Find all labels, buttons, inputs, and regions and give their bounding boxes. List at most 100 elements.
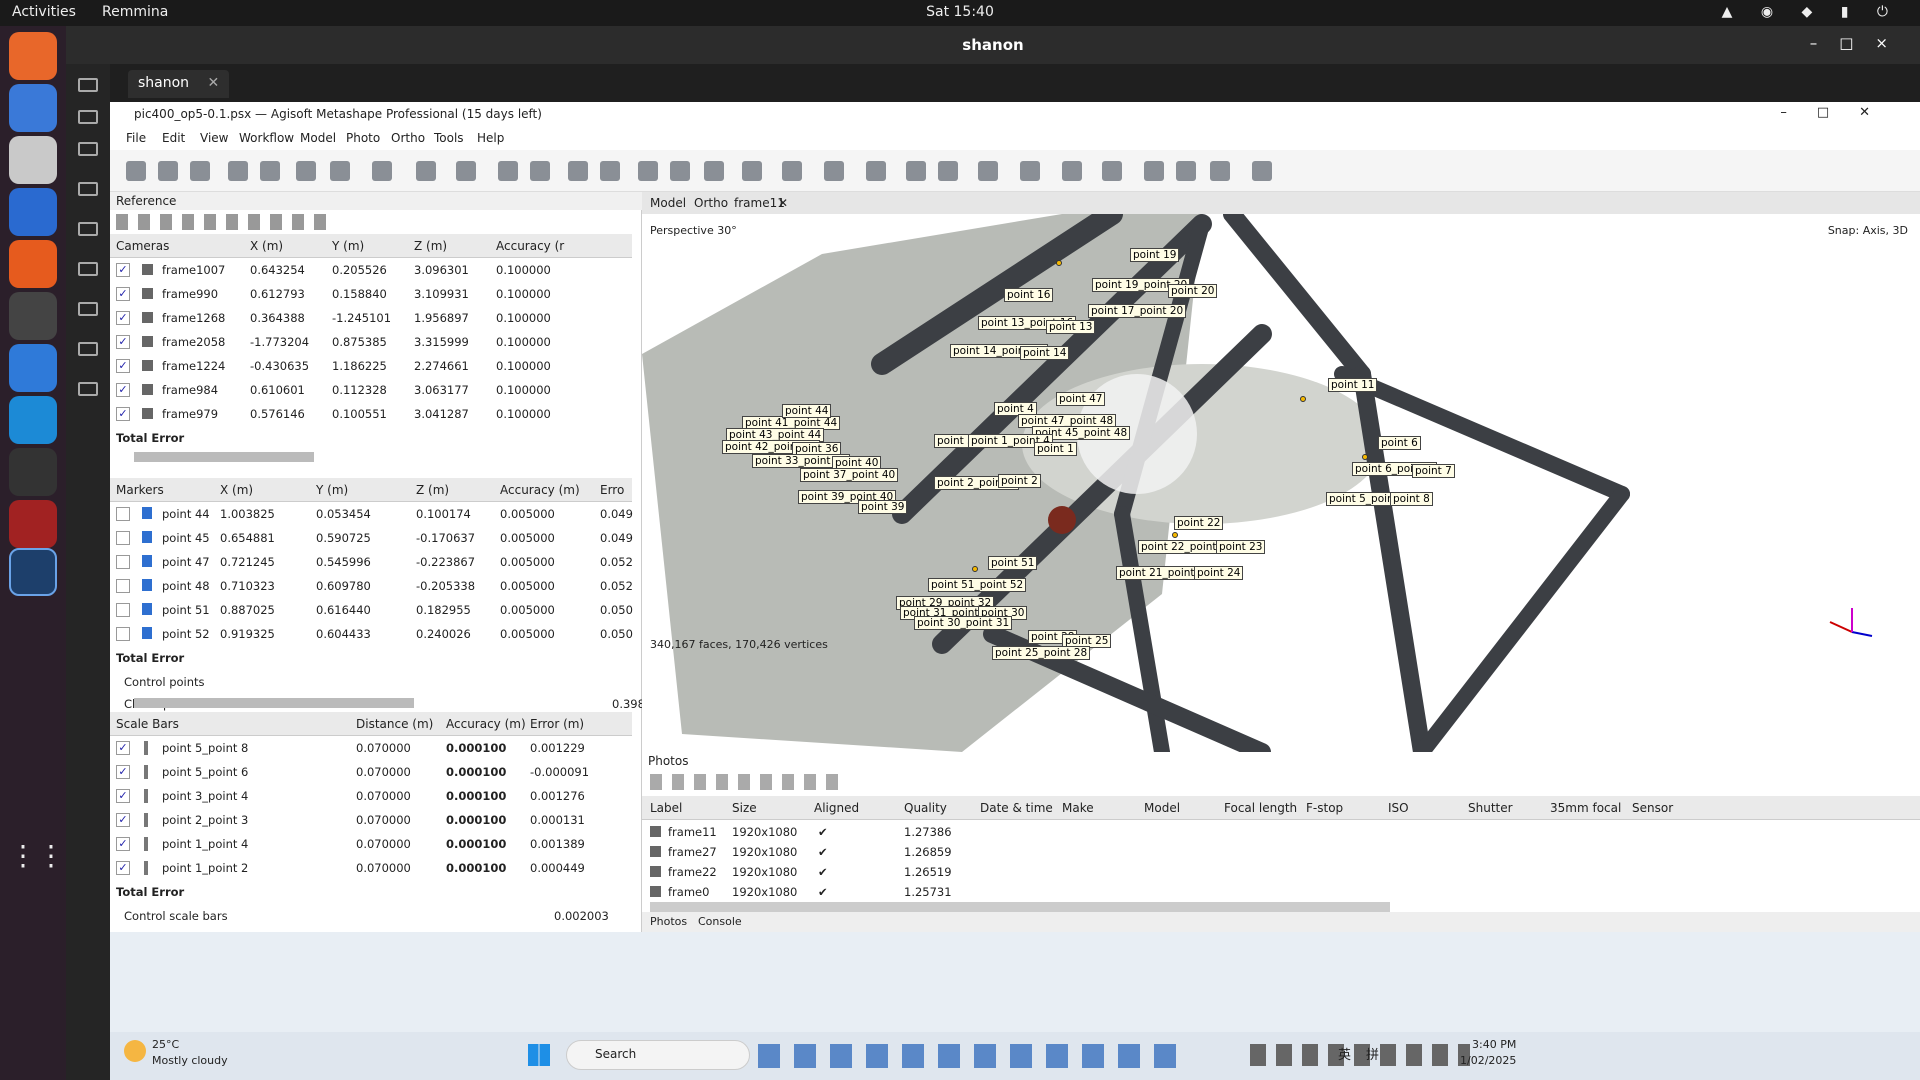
open-icon[interactable] (158, 161, 178, 181)
toolbar-icon[interactable] (78, 78, 98, 92)
ime-lang[interactable]: 英 (1338, 1044, 1351, 1063)
tab-console[interactable]: Console (698, 915, 742, 928)
table-row[interactable]: ✓ frame1268 0.364388 -1.245101 1.956897 0.100… (110, 306, 632, 330)
horizontal-scrollbar[interactable] (134, 452, 314, 462)
app-center-icon[interactable] (9, 240, 57, 288)
marker-label[interactable]: point 16 (1004, 288, 1054, 302)
new-icon[interactable] (126, 161, 146, 181)
start-icon[interactable] (528, 1044, 550, 1066)
draw-icon[interactable] (498, 161, 518, 181)
image-icon[interactable] (1210, 161, 1230, 181)
marker-label[interactable]: point 11 (1328, 378, 1378, 392)
marker-label[interactable]: point 17_point 20 (1088, 304, 1187, 318)
marker-dot[interactable] (1300, 396, 1306, 402)
marker-label[interactable]: point 47 (1056, 392, 1106, 406)
window-controls[interactable]: –□× (1810, 34, 1910, 52)
marker-label[interactable]: point 19 (1130, 248, 1180, 262)
marker-dot[interactable] (1056, 260, 1062, 266)
tab-photos[interactable]: Photos (650, 915, 687, 928)
marker-label[interactable]: point 51 (988, 556, 1038, 570)
marker-label[interactable]: point 2 (998, 474, 1041, 488)
firefox-icon[interactable] (9, 32, 57, 80)
model-textured-icon[interactable] (866, 161, 886, 181)
menu-workflow[interactable]: Workflow (239, 131, 294, 145)
table-row[interactable]: point 45 0.654881 0.590725 -0.170637 0.00500… (110, 526, 633, 550)
table-row[interactable]: ✓ frame2058 -1.773204 0.875385 3.315999 0.100… (110, 330, 632, 354)
table-row[interactable]: point 48 0.710323 0.609780 -0.205338 0.00500… (110, 574, 633, 598)
toolbar-icon[interactable] (78, 342, 98, 356)
taskbar-time[interactable]: 3:40 PM (1472, 1038, 1516, 1051)
marker-label[interactable]: point 7 (1412, 464, 1455, 478)
horizontal-scrollbar[interactable] (650, 902, 1390, 912)
weather-icon[interactable] (124, 1040, 146, 1062)
3d-scene[interactable]: Perspective 30° Snap: Axis, 3D 340,167 f… (642, 214, 1920, 752)
marker-label[interactable]: point 1 (1034, 442, 1077, 456)
writer-icon[interactable] (9, 188, 57, 236)
marker-label[interactable]: point 13 (1046, 320, 1096, 334)
polyline-icon[interactable] (530, 161, 550, 181)
tab-model[interactable]: Model (650, 196, 686, 210)
marker-label[interactable]: point 51_point 52 (928, 578, 1027, 592)
dem-icon[interactable] (938, 161, 958, 181)
cameras-show-icon[interactable] (1062, 161, 1082, 181)
table-row[interactable]: ✓ frame1007 0.643254 0.205526 3.096301 0.1000… (110, 258, 632, 282)
window-controls[interactable]: –□✕ (1780, 105, 1900, 120)
system-monitor-icon[interactable] (9, 500, 57, 548)
table-row[interactable]: ✓ point 1_point 4 0.070000 0.000100 0.001389 (110, 832, 632, 856)
marker-dot[interactable] (1362, 454, 1368, 460)
table-row[interactable]: frame0 1920x1080 ✔ 1.25731 (642, 880, 1920, 904)
taskbar-date[interactable]: 1/02/2025 (1460, 1054, 1516, 1067)
ime-mode[interactable]: 拼 (1366, 1044, 1379, 1063)
dense-cloud-icon[interactable] (782, 161, 802, 181)
system-tray[interactable]: ▲ ◉ ◆ ▮ ⏻ (1722, 4, 1900, 20)
ruler-icon[interactable] (456, 161, 476, 181)
marker-label[interactable]: point 30_point 31 (914, 616, 1013, 630)
vscode-icon[interactable] (9, 396, 57, 444)
selection-icon[interactable] (372, 161, 392, 181)
toolbar-icon[interactable] (78, 222, 98, 236)
marker-label[interactable]: point 24 (1194, 566, 1244, 580)
toolbar-icon[interactable] (78, 382, 98, 396)
marker-label[interactable]: point 44 (782, 404, 832, 418)
photos-toolbar[interactable] (650, 774, 840, 790)
globe-icon[interactable] (978, 161, 998, 181)
marker-label[interactable]: point 6 (1378, 436, 1421, 450)
marker-label[interactable]: point 39 (858, 500, 908, 514)
zoom-out-icon[interactable] (670, 161, 690, 181)
terminal-icon[interactable] (9, 448, 57, 496)
layers-icon[interactable] (1252, 161, 1272, 181)
connection-tab[interactable]: shanon ✕ (128, 70, 230, 98)
marker-label[interactable]: point 14 (1020, 346, 1070, 360)
marker-label[interactable]: point 25_point 28 (992, 646, 1091, 660)
marker-label[interactable]: point 8 (1390, 492, 1433, 506)
toolbar-icon[interactable] (78, 110, 98, 124)
menu-tools[interactable]: Tools (434, 131, 464, 145)
table-row[interactable]: point 51 0.887025 0.616440 0.182955 0.005000… (110, 598, 633, 622)
marker-label[interactable]: point 37_point 40 (800, 468, 899, 482)
table-row[interactable]: ✓ point 5_point 8 0.070000 0.000100 0.001229 (110, 736, 632, 760)
model-icon[interactable] (824, 161, 844, 181)
menu-icon[interactable] (1102, 161, 1122, 181)
files-icon[interactable] (9, 136, 57, 184)
thunderbird-icon[interactable] (9, 84, 57, 132)
show-apps-icon[interactable]: ⋮⋮ (9, 832, 65, 880)
close-icon[interactable]: ✕ (208, 75, 220, 91)
menu-help[interactable]: Help (477, 131, 504, 145)
tiled-icon[interactable] (906, 161, 926, 181)
camera-icon[interactable] (1020, 161, 1040, 181)
save-icon[interactable] (190, 161, 210, 181)
toolbar-icon[interactable] (78, 262, 98, 276)
table-row[interactable]: point 44 1.003825 0.053454 0.100174 0.005000… (110, 502, 633, 526)
table-row[interactable]: ✓ frame984 0.610601 0.112328 3.063177 0.10000… (110, 378, 632, 402)
search-box[interactable]: Search (566, 1040, 750, 1070)
help-icon[interactable] (9, 344, 57, 392)
toolbar-icon[interactable] (78, 182, 98, 196)
menu-edit[interactable]: Edit (162, 131, 185, 145)
marker-dot[interactable] (1172, 532, 1178, 538)
zoom-in-icon[interactable] (638, 161, 658, 181)
table-row[interactable]: ✓ point 2_point 3 0.070000 0.000100 0.000131 (110, 808, 632, 832)
close-icon[interactable]: ✕ (778, 196, 788, 210)
activities-button[interactable]: Activities (12, 4, 76, 20)
flag-icon[interactable] (1176, 161, 1196, 181)
crop-icon[interactable] (600, 161, 620, 181)
